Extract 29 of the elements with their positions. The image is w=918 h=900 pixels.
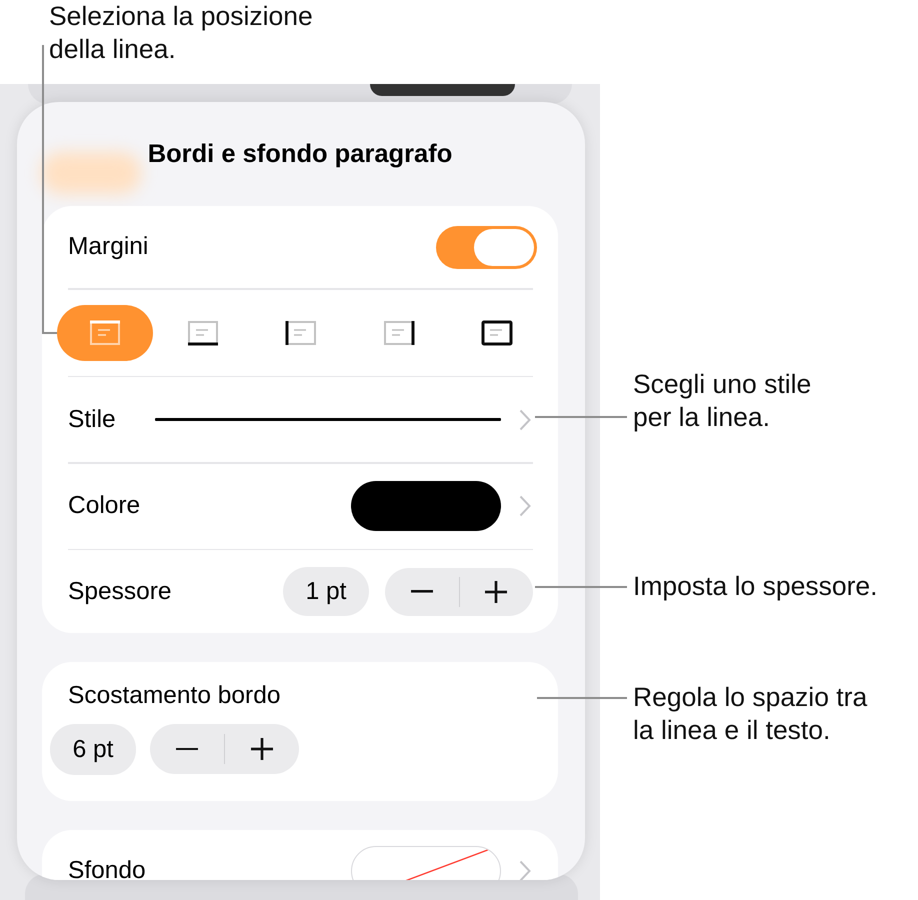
color-swatch-icon[interactable] xyxy=(351,481,501,531)
minus-icon xyxy=(176,748,198,750)
border-left-icon xyxy=(285,320,317,346)
row-label: Stile xyxy=(68,406,117,434)
border-right-icon xyxy=(383,320,415,346)
value-field[interactable]: 6 pt xyxy=(50,724,136,775)
row-label: Colore xyxy=(68,492,140,520)
plus-icon xyxy=(485,580,508,602)
callout-text: Regola lo spazio tra la linea e il testo. xyxy=(633,681,868,747)
value-field[interactable]: 1 pt xyxy=(283,567,369,616)
chevron-icon[interactable] xyxy=(519,408,531,430)
row-label: Scostamento bordo xyxy=(68,682,280,710)
chevron-icon[interactable] xyxy=(519,495,531,517)
border-top-icon xyxy=(89,320,121,346)
callout-text: Imposta lo spessore. xyxy=(633,570,878,603)
stepper-control[interactable] xyxy=(385,568,533,616)
toggle-switch[interactable] xyxy=(436,226,537,268)
chevron-icon[interactable] xyxy=(519,860,531,880)
plus-icon xyxy=(251,738,273,760)
row-label: Spessore xyxy=(68,578,172,606)
popover-title: Bordi e sfondo paragrafo xyxy=(148,140,452,168)
stepper-control[interactable] xyxy=(150,724,299,774)
callout-text: Scegli uno stile per la linea. xyxy=(633,368,812,434)
border-box-icon xyxy=(481,320,513,346)
row-label: Sfondo xyxy=(68,857,146,880)
row-label: Margini xyxy=(68,233,148,261)
callout-text: Seleziona la posizione della linea. xyxy=(49,0,313,66)
border-bottom-icon xyxy=(187,320,219,346)
minus-icon xyxy=(410,590,433,593)
